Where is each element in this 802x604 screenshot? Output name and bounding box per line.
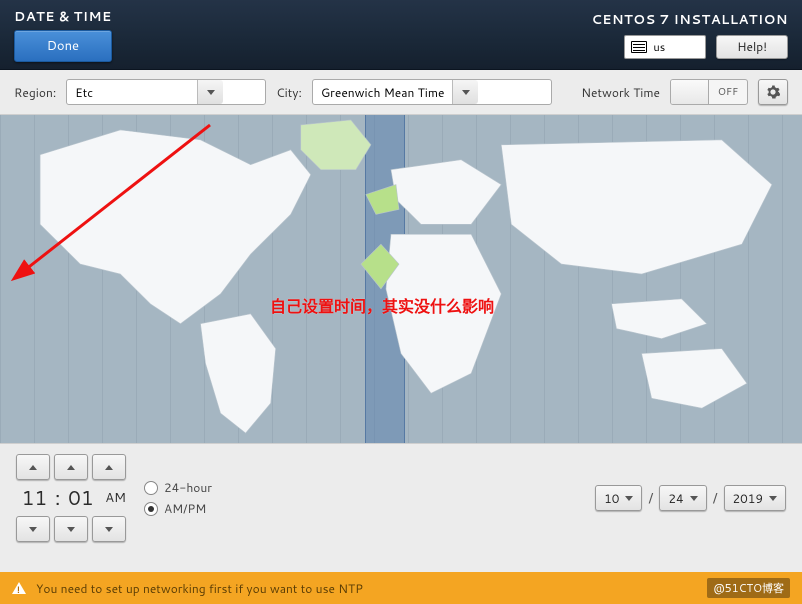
radio-icon xyxy=(144,481,158,495)
switch-knob xyxy=(671,80,709,104)
annotation-text: 自己设置时间，其实没什么影响 xyxy=(270,293,494,318)
ampm-up-button[interactable] xyxy=(92,454,126,480)
chevron-down-icon xyxy=(29,527,37,532)
city-combobox[interactable]: Greenwich Mean Time xyxy=(312,79,552,105)
warning-text: You need to set up networking first if y… xyxy=(36,580,363,597)
minutes-up-button[interactable] xyxy=(54,454,88,480)
day-value: 24 xyxy=(668,490,683,507)
time-spinner-group: 11 : 01 AM xyxy=(16,454,126,542)
watermark: @51CTO博客 xyxy=(707,578,790,598)
minutes-value: 01 xyxy=(63,484,100,512)
time-format-group: 24-hour AM/PM xyxy=(144,479,212,517)
header-bar: DATE & TIME Done CENTOS 7 INSTALLATION u… xyxy=(0,0,802,70)
chevron-down-icon xyxy=(625,496,633,501)
region-combobox-arrow[interactable] xyxy=(197,80,223,104)
chevron-down-icon xyxy=(769,496,777,501)
hours-value: 11 xyxy=(16,484,53,512)
region-value: Etc xyxy=(67,80,197,104)
bottom-controls: 11 : 01 AM 24-hour AM/PM 10 / 24 / 2019 xyxy=(0,444,802,552)
city-combobox-arrow[interactable] xyxy=(452,80,478,104)
product-title: CENTOS 7 INSTALLATION xyxy=(592,11,788,29)
header-right: CENTOS 7 INSTALLATION us Help! xyxy=(592,11,788,59)
year-value: 2019 xyxy=(733,490,763,507)
region-combobox[interactable]: Etc xyxy=(66,79,266,105)
warning-bar: You need to set up networking first if y… xyxy=(0,572,802,604)
keyboard-layout-text: us xyxy=(653,39,665,55)
network-time-settings-button[interactable] xyxy=(758,79,788,105)
warning-icon xyxy=(12,582,26,594)
chevron-down-icon xyxy=(690,496,698,501)
chevron-down-icon xyxy=(462,90,470,95)
gear-icon xyxy=(766,85,780,99)
help-button[interactable]: Help! xyxy=(716,35,788,59)
month-value: 10 xyxy=(604,490,619,507)
location-row: Region: Etc City: Greenwich Mean Time Ne… xyxy=(0,70,802,114)
timezone-map[interactable]: 自己设置时间，其实没什么影响 xyxy=(0,114,802,444)
hours-down-button[interactable] xyxy=(16,516,50,542)
keyboard-layout-indicator[interactable]: us xyxy=(624,35,706,59)
network-time-label: Network Time xyxy=(581,84,660,101)
time-display: 11 : 01 AM xyxy=(16,484,126,512)
ampm-down-button[interactable] xyxy=(92,516,126,542)
header-right-row: us Help! xyxy=(624,35,788,59)
day-dropdown[interactable]: 24 xyxy=(659,485,706,511)
date-separator: / xyxy=(648,488,653,508)
chevron-up-icon xyxy=(105,465,113,470)
time-colon: : xyxy=(55,484,61,512)
chevron-up-icon xyxy=(67,465,75,470)
date-picker-group: 10 / 24 / 2019 xyxy=(595,485,786,511)
region-label: Region: xyxy=(14,84,56,101)
chevron-down-icon xyxy=(67,527,75,532)
world-map-svg xyxy=(0,115,802,443)
chevron-down-icon xyxy=(105,527,113,532)
radio-ampm-label: AM/PM xyxy=(164,500,206,517)
city-label: City: xyxy=(276,84,302,101)
spoke-title: DATE & TIME xyxy=(14,8,112,26)
header-left: DATE & TIME Done xyxy=(14,8,112,62)
hours-up-button[interactable] xyxy=(16,454,50,480)
radio-icon xyxy=(144,502,158,516)
minutes-down-button[interactable] xyxy=(54,516,88,542)
radio-24hour[interactable]: 24-hour xyxy=(144,479,212,496)
network-time-switch[interactable]: OFF xyxy=(670,79,748,105)
radio-ampm[interactable]: AM/PM xyxy=(144,500,212,517)
done-button[interactable]: Done xyxy=(14,30,112,62)
month-dropdown[interactable]: 10 xyxy=(595,485,642,511)
ampm-value: AM xyxy=(105,489,126,507)
radio-24hour-label: 24-hour xyxy=(164,479,212,496)
keyboard-icon xyxy=(631,41,647,53)
year-dropdown[interactable]: 2019 xyxy=(724,485,786,511)
city-value: Greenwich Mean Time xyxy=(313,80,453,104)
date-separator: / xyxy=(713,488,718,508)
chevron-up-icon xyxy=(29,465,37,470)
switch-state: OFF xyxy=(709,80,747,104)
chevron-down-icon xyxy=(207,90,215,95)
